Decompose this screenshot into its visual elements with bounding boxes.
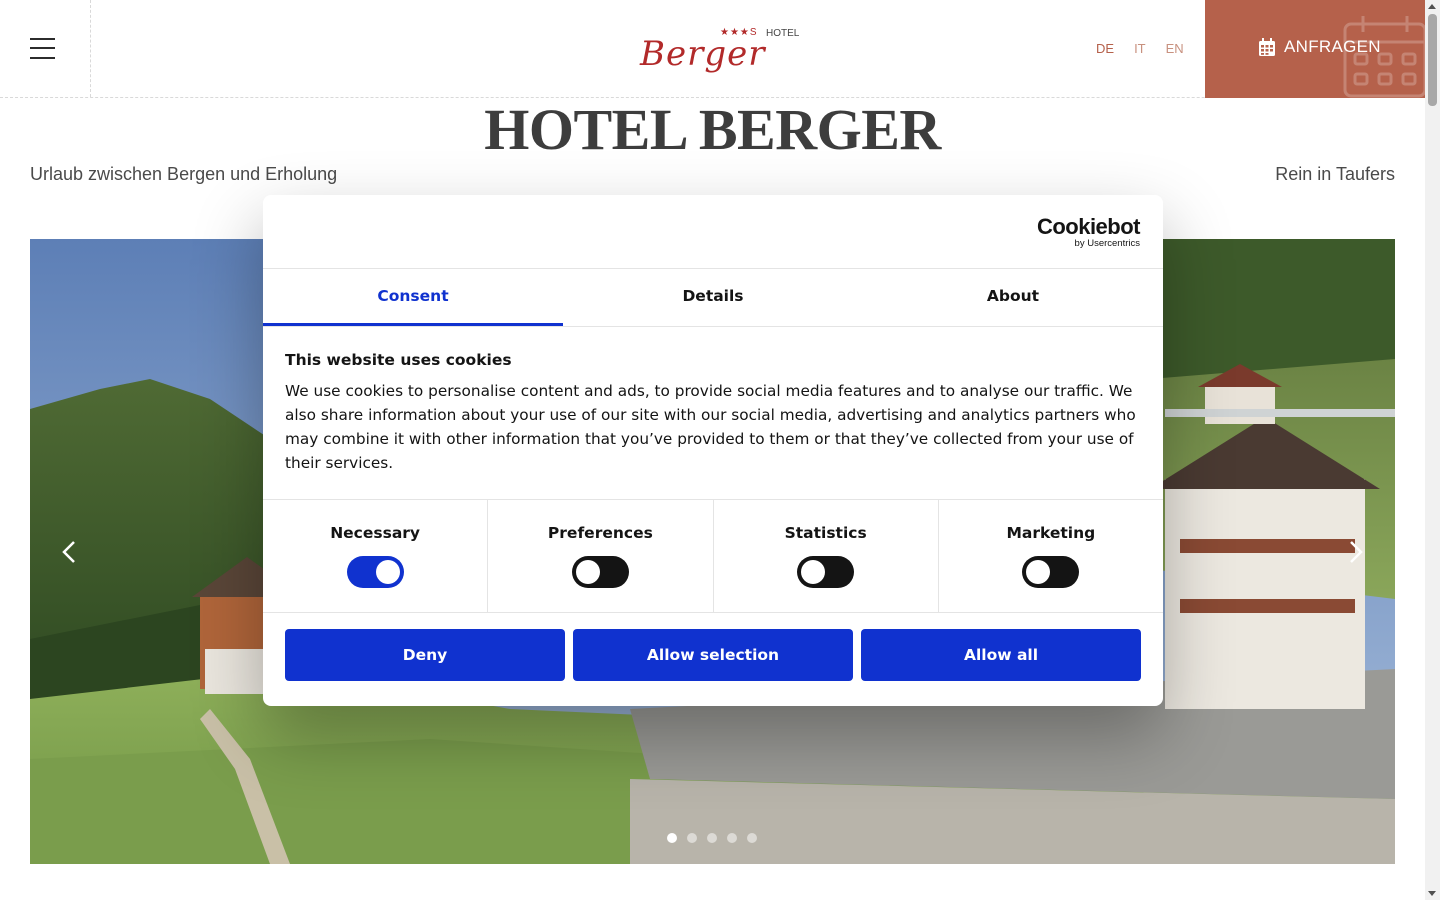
cookiebot-brand-sub: by Usercentrics — [1074, 238, 1140, 249]
toggle-knob — [1026, 560, 1051, 584]
lang-de[interactable]: DE — [1096, 41, 1114, 56]
scroll-up-arrow-icon[interactable] — [1428, 4, 1436, 9]
calendar-icon — [1259, 38, 1275, 56]
slider-dot[interactable] — [727, 833, 737, 843]
logo-hotel-word: HOTEL — [766, 28, 800, 39]
scrollbar-thumb[interactable] — [1428, 14, 1437, 106]
scroll-down-arrow-icon[interactable] — [1428, 891, 1436, 896]
category-marketing: Marketing — [939, 500, 1163, 612]
cookie-description: We use cookies to personalise content an… — [285, 382, 1136, 472]
cookie-category-toggles: Necessary Preferences Statistics Marketi… — [263, 500, 1163, 613]
slider-dot[interactable] — [747, 833, 757, 843]
cookiebot-brand-name: Cookiebot — [1036, 214, 1141, 239]
hamburger-menu-button[interactable] — [0, 0, 91, 97]
tab-about[interactable]: About — [863, 269, 1163, 326]
tagline: Urlaub zwischen Bergen und Erholung — [30, 164, 338, 184]
inquiry-button-label: ANFRAGEN — [1284, 37, 1381, 56]
allow-all-button[interactable]: Allow all — [861, 629, 1141, 681]
category-preferences-label: Preferences — [547, 524, 653, 542]
category-necessary: Necessary — [263, 500, 489, 612]
slider-dot[interactable] — [687, 833, 697, 843]
cookie-action-buttons: Deny Allow selection Allow all — [263, 613, 1163, 681]
statistics-toggle[interactable] — [797, 556, 855, 588]
cookie-tabs: Consent Details About — [263, 269, 1163, 327]
cookie-dialog-header: Cookiebot by Usercentrics — [263, 195, 1163, 269]
preferences-toggle[interactable] — [571, 556, 629, 588]
deny-button[interactable]: Deny — [285, 629, 565, 681]
tab-consent[interactable]: Consent — [263, 269, 563, 326]
cookiebot-logo[interactable]: Cookiebot by Usercentrics — [1036, 214, 1141, 249]
toggle-knob — [575, 560, 600, 584]
toggle-knob — [801, 560, 826, 584]
lang-it[interactable]: IT — [1134, 41, 1146, 56]
language-switcher: DE IT EN — [1096, 41, 1184, 56]
category-necessary-label: Necessary — [330, 524, 421, 542]
hamburger-line — [30, 38, 55, 40]
toggle-knob — [375, 560, 400, 584]
cookie-consent-dialog: Cookiebot by Usercentrics Consent Detail… — [263, 195, 1163, 706]
marketing-toggle[interactable] — [1022, 556, 1080, 588]
category-statistics-label: Statistics — [784, 524, 867, 542]
slider-dot[interactable] — [707, 833, 717, 843]
category-marketing-label: Marketing — [1006, 524, 1096, 542]
cookie-heading: This website uses cookies — [285, 351, 512, 369]
inquiry-button[interactable]: ANFRAGEN — [1205, 0, 1425, 98]
category-statistics: Statistics — [714, 500, 939, 612]
hamburger-line — [30, 57, 55, 59]
page-scrollbar[interactable] — [1425, 0, 1440, 900]
tab-details[interactable]: Details — [563, 269, 863, 326]
slider-pagination — [667, 833, 757, 843]
slider-next-arrow-icon[interactable] — [1343, 539, 1367, 565]
category-preferences: Preferences — [488, 500, 714, 612]
logo-script-name: Berger — [640, 34, 766, 74]
inquiry-button-content: ANFRAGEN — [1259, 37, 1381, 57]
page-title: HOTEL BERGER — [484, 97, 941, 162]
lang-en[interactable]: EN — [1166, 41, 1184, 56]
necessary-toggle[interactable] — [346, 556, 404, 588]
slider-dot[interactable] — [667, 833, 677, 843]
location-text: Rein in Taufers — [1275, 164, 1395, 184]
hotel-logo[interactable]: ★★★S HOTEL Berger — [628, 22, 818, 82]
cookie-dialog-body: This website uses cookies We use cookies… — [263, 327, 1163, 500]
hamburger-line — [30, 47, 55, 49]
allow-selection-button[interactable]: Allow selection — [573, 629, 853, 681]
slider-prev-arrow-icon[interactable] — [58, 539, 82, 565]
